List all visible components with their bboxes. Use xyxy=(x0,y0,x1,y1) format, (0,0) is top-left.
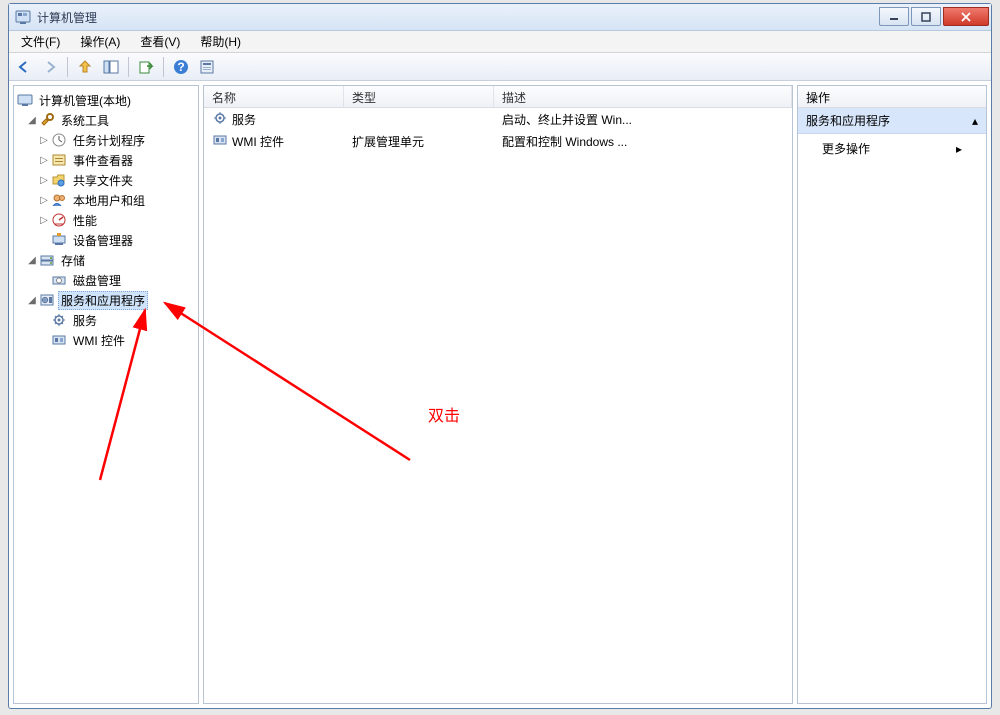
menu-help[interactable]: 帮助(H) xyxy=(192,31,249,52)
tree-device-manager[interactable]: 设备管理器 xyxy=(16,230,196,250)
svg-text:?: ? xyxy=(177,60,184,74)
tree-label: 任务计划程序 xyxy=(70,132,148,149)
computer-icon xyxy=(17,92,33,108)
export-button[interactable] xyxy=(134,55,158,79)
list-pane: 名称 类型 描述 服务 启动、终止并设置 Win... WMI 控件 xyxy=(203,85,793,704)
tree-wmi[interactable]: WMI 控件 xyxy=(16,330,196,350)
maximize-button[interactable] xyxy=(911,7,941,26)
performance-icon xyxy=(51,212,67,228)
gear-icon xyxy=(51,312,67,328)
shared-folder-icon xyxy=(51,172,67,188)
list-cell: 服务 xyxy=(232,111,256,128)
tree-disk-mgmt[interactable]: 磁盘管理 xyxy=(16,270,196,290)
help-button[interactable]: ? xyxy=(169,55,193,79)
tree-label: 本地用户和组 xyxy=(70,192,148,209)
content-body: 计算机管理(本地) ◢ 系统工具 ▷ 任务计划程序 ▷ 事件查看器 xyxy=(9,81,991,708)
chevron-right-icon: ▸ xyxy=(956,142,962,156)
actions-header: 操作 xyxy=(798,86,986,108)
actions-pane: 操作 服务和应用程序 ▴ 更多操作 ▸ xyxy=(797,85,987,704)
tree-shared-folders[interactable]: ▷ 共享文件夹 xyxy=(16,170,196,190)
properties-button[interactable] xyxy=(195,55,219,79)
device-icon xyxy=(51,232,67,248)
tree-event-viewer[interactable]: ▷ 事件查看器 xyxy=(16,150,196,170)
tree-services[interactable]: 服务 xyxy=(16,310,196,330)
action-label: 更多操作 xyxy=(822,140,870,157)
gear-icon xyxy=(212,110,228,129)
list-cell: 配置和控制 Windows ... xyxy=(494,133,792,150)
collapse-icon: ▴ xyxy=(972,114,978,128)
toolbar: ? xyxy=(9,53,991,81)
tree-label: 系统工具 xyxy=(58,112,112,129)
tree-label: 计算机管理(本地) xyxy=(36,92,134,109)
main-window: 计算机管理 文件(F) 操作(A) 查看(V) 帮助(H) ? 计算机管理(本地 xyxy=(8,3,992,709)
storage-icon xyxy=(39,252,55,268)
list-body[interactable]: 服务 启动、终止并设置 Win... WMI 控件 扩展管理单元 配置和控制 W… xyxy=(204,108,792,703)
close-button[interactable] xyxy=(943,7,989,26)
menu-view[interactable]: 查看(V) xyxy=(132,31,188,52)
tree-performance[interactable]: ▷ 性能 xyxy=(16,210,196,230)
disk-icon xyxy=(51,272,67,288)
menu-file[interactable]: 文件(F) xyxy=(13,31,68,52)
clock-icon xyxy=(51,132,67,148)
col-name[interactable]: 名称 xyxy=(204,86,344,107)
actions-section-label: 服务和应用程序 xyxy=(806,112,890,129)
list-header: 名称 类型 描述 xyxy=(204,86,792,108)
tree-label: 服务 xyxy=(70,312,100,329)
list-item[interactable]: WMI 控件 扩展管理单元 配置和控制 Windows ... xyxy=(204,130,792,152)
window-controls xyxy=(877,7,989,26)
tree-label: 服务和应用程序 xyxy=(58,291,148,310)
annotation-label: 双击 xyxy=(428,402,460,426)
event-icon xyxy=(51,152,67,168)
forward-button[interactable] xyxy=(38,55,62,79)
showhide-tree-button[interactable] xyxy=(99,55,123,79)
list-cell: 启动、终止并设置 Win... xyxy=(494,111,792,128)
tree-local-users[interactable]: ▷ 本地用户和组 xyxy=(16,190,196,210)
titlebar[interactable]: 计算机管理 xyxy=(9,4,991,31)
minimize-button[interactable] xyxy=(879,7,909,26)
up-button[interactable] xyxy=(73,55,97,79)
tools-icon xyxy=(39,112,55,128)
list-item[interactable]: 服务 启动、终止并设置 Win... xyxy=(204,108,792,130)
app-icon xyxy=(15,9,31,25)
menu-action[interactable]: 操作(A) xyxy=(72,31,128,52)
tree-system-tools[interactable]: ◢ 系统工具 xyxy=(16,110,196,130)
toolbar-separator xyxy=(163,57,164,77)
tree-label: 存储 xyxy=(58,252,88,269)
tree-root[interactable]: 计算机管理(本地) xyxy=(16,90,196,110)
tree-label: 设备管理器 xyxy=(70,232,136,249)
window-title: 计算机管理 xyxy=(37,9,877,26)
toolbar-separator xyxy=(128,57,129,77)
list-cell: 扩展管理单元 xyxy=(344,133,494,150)
col-desc[interactable]: 描述 xyxy=(494,86,792,107)
wmi-icon xyxy=(51,332,67,348)
navigation-tree[interactable]: 计算机管理(本地) ◢ 系统工具 ▷ 任务计划程序 ▷ 事件查看器 xyxy=(14,86,198,703)
tree-label: 共享文件夹 xyxy=(70,172,136,189)
toolbar-separator xyxy=(67,57,68,77)
tree-label: 事件查看器 xyxy=(70,152,136,169)
list-cell: WMI 控件 xyxy=(232,133,284,150)
action-more[interactable]: 更多操作 ▸ xyxy=(798,134,986,163)
wmi-icon xyxy=(212,132,228,151)
services-apps-icon xyxy=(39,292,55,308)
users-icon xyxy=(51,192,67,208)
tree-task-scheduler[interactable]: ▷ 任务计划程序 xyxy=(16,130,196,150)
tree-label: WMI 控件 xyxy=(70,332,128,349)
col-type[interactable]: 类型 xyxy=(344,86,494,107)
menubar: 文件(F) 操作(A) 查看(V) 帮助(H) xyxy=(9,31,991,53)
actions-section[interactable]: 服务和应用程序 ▴ xyxy=(798,108,986,134)
back-button[interactable] xyxy=(12,55,36,79)
tree-storage[interactable]: ◢ 存储 xyxy=(16,250,196,270)
tree-label: 性能 xyxy=(70,212,100,229)
tree-label: 磁盘管理 xyxy=(70,272,124,289)
tree-pane: 计算机管理(本地) ◢ 系统工具 ▷ 任务计划程序 ▷ 事件查看器 xyxy=(13,85,199,704)
tree-services-apps[interactable]: ◢ 服务和应用程序 xyxy=(16,290,196,310)
